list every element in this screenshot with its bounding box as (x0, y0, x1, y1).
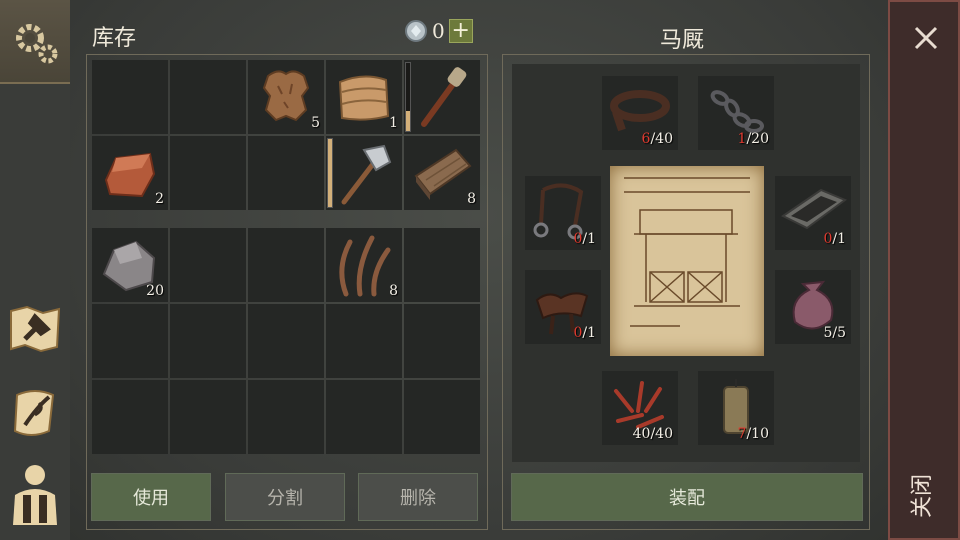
inventory-slot[interactable] (404, 228, 480, 302)
inventory-slot[interactable] (326, 304, 402, 378)
silver-coin-icon (405, 20, 427, 42)
equip-button[interactable]: 装配 (511, 473, 863, 521)
durability-bar (327, 138, 333, 208)
inventory-slot[interactable] (170, 228, 246, 302)
item-quantity: 5 (311, 115, 320, 131)
inventory-grid-top: 5 1 2 8 (92, 60, 480, 210)
close-panel[interactable]: 关闭 (888, 0, 960, 540)
close-button[interactable] (906, 18, 946, 58)
torch-icon (421, 67, 467, 127)
inventory-slot[interactable] (248, 228, 324, 302)
required-count: /40 (650, 131, 673, 147)
delete-button[interactable]: 删除 (358, 473, 478, 521)
item-quantity: 8 (467, 191, 476, 207)
inventory-slot[interactable]: 8 (326, 228, 402, 302)
requirement-slot-leather[interactable]: 6/40 (602, 76, 678, 150)
inventory-slot[interactable] (248, 380, 324, 454)
required-count: /1 (832, 231, 846, 247)
item-quantity: 20 (146, 283, 164, 299)
close-icon (914, 26, 938, 50)
inventory-slot[interactable] (404, 60, 480, 134)
requirement-slot-candle[interactable]: 7/10 (698, 371, 774, 445)
requirement-slot-trough[interactable]: 0/1 (775, 176, 851, 250)
inventory-slot[interactable] (92, 304, 168, 378)
durability-bar (405, 62, 411, 132)
requirement-slot-bridle[interactable]: 0/1 (525, 176, 601, 250)
inventory-slot[interactable] (404, 380, 480, 454)
current-count: 40 (632, 426, 651, 442)
currency-display: 0 + (404, 19, 473, 43)
inventory-slot[interactable]: 8 (404, 136, 480, 210)
inventory-title: 库存 (92, 26, 137, 51)
character-button[interactable] (6, 464, 64, 525)
inventory-slot[interactable] (326, 380, 402, 454)
item-quantity: 1 (389, 115, 398, 131)
inventory-slot[interactable] (170, 136, 246, 210)
required-count: /5 (832, 325, 846, 341)
item-quantity: 2 (155, 191, 164, 207)
blueprint-drawing-icon (624, 177, 750, 327)
add-currency-button[interactable]: + (448, 19, 473, 43)
left-sidebar (0, 0, 70, 540)
inventory-slot[interactable] (326, 136, 402, 210)
requirement-slot-nails[interactable]: 40/40 (602, 371, 678, 445)
close-label: 关闭 (910, 473, 935, 518)
required-count: /40 (650, 426, 673, 442)
stable-blueprint (610, 166, 764, 356)
required-count: /1 (582, 231, 596, 247)
inventory-slot[interactable] (248, 304, 324, 378)
stable-title: 马厩 (660, 28, 705, 53)
quests-scroll-button[interactable] (6, 384, 64, 442)
craft-map-icon (10, 305, 61, 353)
currency-amount: 0 (432, 19, 445, 43)
crafting-map-button[interactable] (6, 300, 64, 358)
inventory-slot[interactable] (92, 380, 168, 454)
required-count: /20 (746, 131, 769, 147)
requirement-slot-sack[interactable]: 5/5 (775, 270, 851, 344)
inventory-slot[interactable]: 1 (326, 60, 402, 134)
inventory-slot[interactable] (170, 304, 246, 378)
settings-tab[interactable] (0, 0, 70, 84)
inventory-slot[interactable] (92, 60, 168, 134)
character-icon (13, 465, 57, 525)
item-quantity: 8 (389, 283, 398, 299)
inventory-slot[interactable] (170, 380, 246, 454)
use-button[interactable]: 使用 (91, 473, 211, 521)
gear-icon (16, 24, 58, 64)
inventory-slot[interactable]: 20 (92, 228, 168, 302)
inventory-slot[interactable] (170, 60, 246, 134)
requirement-slot-chain[interactable]: 1/20 (698, 76, 774, 150)
inventory-slot[interactable]: 2 (92, 136, 168, 210)
scroll-quill-icon (13, 390, 55, 436)
required-count: /10 (746, 426, 769, 442)
requirement-slot-saddle[interactable]: 0/1 (525, 270, 601, 344)
hammer-icon (341, 144, 392, 205)
inventory-slot[interactable] (248, 136, 324, 210)
required-count: /1 (582, 325, 596, 341)
inventory-slot[interactable] (404, 304, 480, 378)
split-button[interactable]: 分割 (225, 473, 345, 521)
inventory-grid-bottom: 20 8 (92, 228, 480, 454)
inventory-slot[interactable]: 5 (248, 60, 324, 134)
